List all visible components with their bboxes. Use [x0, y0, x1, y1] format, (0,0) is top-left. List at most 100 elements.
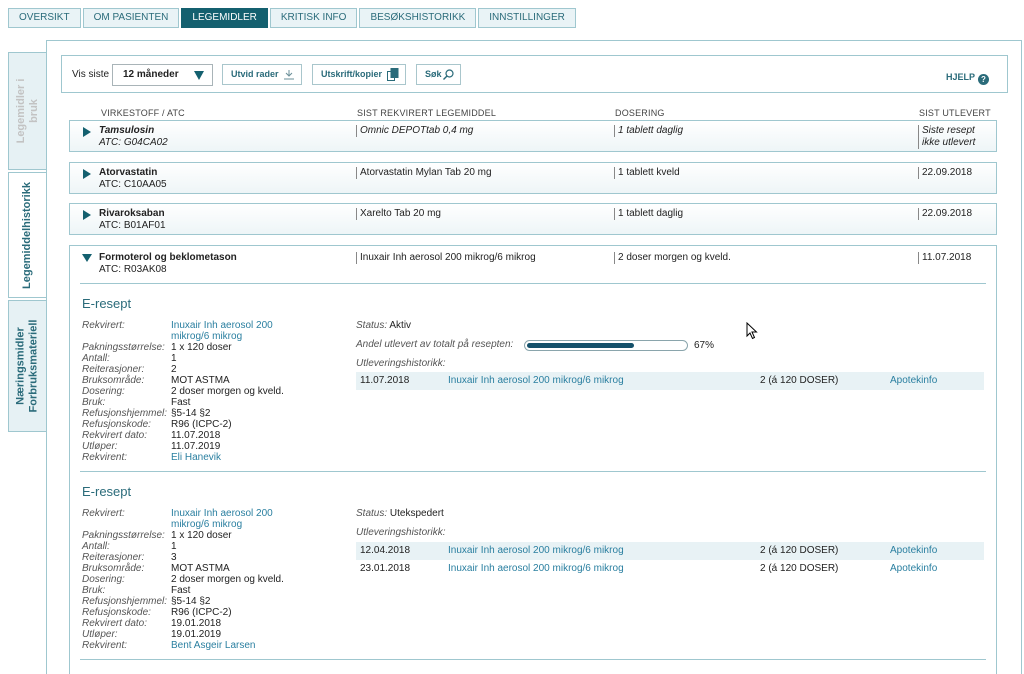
medication-dose: 1 tablett daglig	[614, 208, 683, 220]
ordered-date: 19.01.2018	[171, 618, 222, 629]
expand-arrow-icon[interactable]	[83, 210, 91, 220]
tab-kritisk-info[interactable]: KRITISK INFO	[269, 8, 358, 28]
status-label: Status:	[356, 320, 388, 331]
column-header-last-dispensed: SIST UTLEVERT	[919, 108, 991, 118]
medication-atc: ATC: R03AK08	[99, 264, 167, 275]
prescribed-drug-link[interactable]: Inuxair Inh aerosol 200 mikrog/6 mikrog	[171, 320, 273, 342]
help-label: HJELP	[945, 72, 975, 82]
tab-innstillinger[interactable]: INNSTILLINGER	[478, 8, 576, 28]
side-tab-label: Legemidler i bruk	[15, 76, 41, 146]
history-date: 11.07.2018	[360, 375, 410, 386]
prescribed-drug-link[interactable]: Inuxair Inh aerosol 200 mikrog/6 mikrog	[171, 508, 273, 530]
pharmacy-info-link[interactable]: Apotekinfo	[890, 542, 937, 560]
share-label: Andel utlevert av totalt på resepten:	[356, 339, 514, 350]
column-header-dosing: DOSERING	[615, 108, 665, 118]
use: Fast	[171, 585, 191, 596]
medication-row[interactable]: Tamsulosin ATC: G04CA02 Omnic DEPOTtab 0…	[69, 120, 997, 152]
expand-arrow-icon[interactable]	[83, 127, 91, 137]
tab-oversikt[interactable]: OVERSIKT	[8, 8, 81, 28]
column-header-last-prescribed: SIST REKVIRERT LEGEMIDDEL	[357, 108, 497, 118]
medication-name: Formoterol og beklometason	[99, 252, 237, 263]
prescription-heading: E-resept	[82, 296, 132, 311]
history-drug-link[interactable]: Inuxair Inh aerosol 200 mikrog/6 mikrog	[448, 372, 624, 390]
chevron-down-icon	[194, 71, 204, 80]
top-tab-bar: OVERSIKT OM PASIENTEN LEGEMIDLER KRITISK…	[8, 8, 576, 28]
medication-atc: ATC: C10AA05	[99, 179, 167, 190]
period-label: Vis siste	[72, 69, 110, 80]
progress-fill	[527, 343, 635, 348]
status-label: Status:	[356, 508, 388, 519]
detail-label: Rekvirert dato:	[82, 618, 148, 629]
tab-besokshistorikk[interactable]: BESØKSHISTORIKK	[359, 8, 477, 28]
detail-label: Bruksområde:	[82, 375, 145, 386]
medication-row[interactable]: Rivaroksaban ATC: B01AF01 Xarelto Tab 20…	[69, 203, 997, 235]
history-drug-link[interactable]: Inuxair Inh aerosol 200 mikrog/6 mikrog	[448, 542, 624, 560]
history-row: 23.01.2018 Inuxair Inh aerosol 200 mikro…	[356, 560, 984, 578]
toolbar: Vis siste 12 måneder Utvid rader Utskrif…	[61, 55, 1008, 93]
side-tab-legemiddelhistorikk[interactable]: Legemiddelhistorikk	[8, 172, 46, 298]
search-icon	[443, 69, 454, 80]
ordered-date: 11.07.2018	[171, 430, 221, 441]
tab-om-pasienten[interactable]: OM PASIENTEN	[82, 8, 180, 28]
last-dispensed-line2: ikke utlevert	[922, 137, 976, 148]
detail-label: Bruk:	[82, 397, 106, 408]
help-icon: ?	[978, 74, 989, 85]
medication-name: Rivaroksaban	[99, 208, 165, 219]
main-panel: Vis siste 12 måneder Utvid rader Utskrif…	[46, 40, 1022, 674]
refund-code: R96 (ICPC-2)	[171, 419, 232, 430]
medication-last-dispensed: 22.09.2018	[918, 208, 972, 220]
period-select[interactable]: 12 måneder	[112, 64, 213, 86]
detail-label: Bruksområde:	[82, 563, 145, 574]
side-tab-legemidler-i-bruk[interactable]: Legemidler i bruk	[8, 52, 46, 170]
pharmacy-info-link[interactable]: Apotekinfo	[890, 560, 937, 578]
medication-drug: Xarelto Tab 20 mg	[356, 208, 441, 220]
count: 1	[171, 353, 177, 364]
side-tab-in-use-text: Legemidler i bruk	[14, 78, 40, 144]
history-row: 12.04.2018 Inuxair Inh aerosol 200 mikro…	[356, 542, 984, 560]
history-drug-link[interactable]: Inuxair Inh aerosol 200 mikrog/6 mikrog	[448, 560, 624, 578]
expand-rows-button[interactable]: Utvid rader	[222, 64, 302, 85]
history-amount: 2 (á 120 DOSER)	[760, 375, 839, 386]
tab-legemidler[interactable]: LEGEMIDLER	[181, 8, 268, 28]
drug-line1: Inuxair Inh aerosol 200	[171, 320, 273, 331]
search-label: Søk	[425, 69, 442, 79]
detail-label: Utløper:	[82, 441, 118, 452]
expand-arrow-icon[interactable]	[83, 169, 91, 179]
medication-last-dispensed: Siste resept ikke utlevert	[918, 125, 975, 149]
side-tab-label: Næringsmidler Forbruksmateriell	[15, 320, 41, 413]
medication-last-dispensed: 11.07.2018	[918, 252, 971, 264]
refund-basis: §5-14 §2	[171, 596, 211, 607]
pack-size: 1 x 120 doser	[171, 342, 232, 353]
detail-label: Dosering:	[82, 386, 125, 397]
collapse-arrow-icon[interactable]	[82, 254, 92, 262]
copy-icon	[387, 68, 399, 81]
medication-row[interactable]: Atorvastatin ATC: C10AA05 Atorvastatin M…	[69, 162, 997, 194]
drug-line2: mikrog/6 mikrog	[171, 331, 243, 343]
help-link[interactable]: HJELP?	[946, 72, 989, 85]
last-dispensed-line1: Siste resept	[922, 125, 975, 136]
dosing: 2 doser morgen og kveld.	[171, 386, 284, 397]
side-tab-label: Legemiddelhistorikk	[21, 181, 34, 289]
detail-label: Rekvirent:	[82, 640, 128, 651]
mouse-cursor-icon	[746, 322, 758, 340]
search-button[interactable]: Søk	[416, 64, 461, 85]
status-value: Aktiv	[389, 320, 412, 331]
detail-label: Refusjonshjemmel:	[82, 408, 168, 419]
medication-drug: Inuxair Inh aerosol 200 mikrog/6 mikrog	[356, 252, 536, 264]
side-tab-nutrition-line1: Næringsmidler	[14, 327, 27, 405]
refund-basis: §5-14 §2	[171, 408, 211, 419]
usage-area: MOT ASTMA	[171, 375, 230, 386]
usage-area: MOT ASTMA	[171, 563, 230, 574]
pharmacy-info-link[interactable]: Apotekinfo	[890, 372, 937, 390]
count: 1	[171, 541, 177, 552]
prescriber-link[interactable]: Eli Hanevik	[171, 452, 221, 463]
medication-last-dispensed: 22.09.2018	[918, 167, 972, 179]
print-copy-button[interactable]: Utskrift/kopier	[312, 64, 406, 85]
medication-name: Atorvastatin	[99, 167, 158, 178]
prescription-status: Status: Utekspedert	[356, 508, 444, 519]
prescriber-link[interactable]: Bent Asgeir Larsen	[171, 640, 256, 651]
side-tab-naringsmidler[interactable]: Næringsmidler Forbruksmateriell	[8, 300, 46, 432]
side-tab-nutrition-line2: Forbruksmateriell	[27, 319, 40, 413]
history-amount: 2 (á 120 DOSER)	[760, 563, 839, 574]
divider	[80, 659, 986, 660]
